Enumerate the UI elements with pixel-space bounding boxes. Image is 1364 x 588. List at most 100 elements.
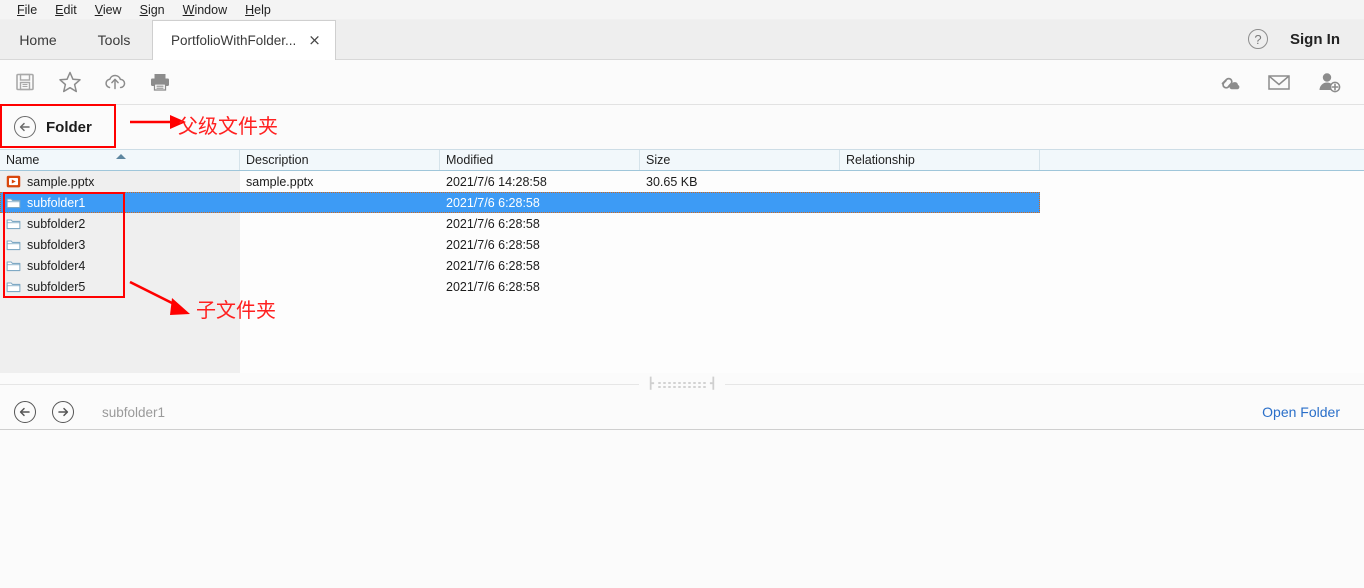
open-folder-button[interactable]: Open Folder (1262, 404, 1340, 420)
menu-item-help[interactable]: Help (236, 0, 280, 20)
menu-mnemonic: V (94, 2, 103, 17)
tab-portfolio-document[interactable]: PortfolioWithFolder... × (152, 20, 336, 60)
file-name-label: subfolder3 (27, 237, 86, 252)
table-row[interactable]: subfolder1 2021/7/6 6:28:58 (0, 192, 1364, 213)
menu-mnemonic: E (55, 2, 64, 17)
navigation-bar: subfolder1 Open Folder (0, 395, 1364, 430)
column-header-description-label: Description (246, 153, 309, 167)
splitter-bracket-left: ┣ (647, 377, 654, 390)
add-person-icon[interactable] (1316, 69, 1342, 95)
file-list-header: Name Description Modified Size Relations… (0, 149, 1364, 171)
column-header-size-label: Size (646, 153, 671, 167)
folder-icon (6, 219, 21, 230)
back-arrow-circle-icon[interactable] (14, 116, 36, 138)
cell-name: subfolder4 (0, 258, 240, 273)
cell-name: subfolder2 (0, 216, 240, 231)
toolbar-right-group (1216, 69, 1342, 95)
folder-icon (6, 240, 21, 251)
splitter-dots-icon (657, 380, 707, 388)
tab-strip: Home Tools PortfolioWithFolder... × ? Si… (0, 20, 1364, 60)
menu-item-view[interactable]: View (86, 0, 131, 20)
forward-arrow-circle-icon[interactable] (52, 401, 74, 423)
file-list-body: sample.pptx sample.pptx 2021/7/6 14:28:5… (0, 171, 1364, 373)
column-header-name-label: Name (6, 153, 40, 167)
file-name-label: subfolder5 (27, 279, 86, 294)
folder-icon (6, 198, 21, 209)
sign-in-button[interactable]: Sign In (1290, 31, 1340, 48)
menu-mnemonic: S (139, 2, 148, 17)
menu-item-window[interactable]: Window (174, 0, 236, 20)
star-icon[interactable] (57, 69, 83, 95)
main-toolbar (0, 60, 1364, 105)
file-name-label: sample.pptx (27, 174, 95, 189)
menu-label: ile (24, 2, 38, 17)
cell-modified: 2021/7/6 6:28:58 (446, 195, 540, 210)
folder-icon (6, 282, 21, 293)
sort-ascending-icon (116, 154, 126, 159)
column-header-filler (1040, 150, 1364, 170)
cell-size: 30.65 KB (646, 174, 698, 189)
print-icon[interactable] (147, 69, 173, 95)
menu-item-sign[interactable]: Sign (131, 0, 174, 20)
column-header-description[interactable]: Description (240, 150, 440, 170)
tab-strip-right-group: ? Sign In (1248, 19, 1364, 59)
column-header-name[interactable]: Name (0, 150, 240, 170)
pptx-file-icon (6, 175, 21, 188)
menu-label: ign (147, 2, 165, 17)
cell-modified: 2021/7/6 6:28:58 (446, 258, 540, 273)
close-icon[interactable]: × (308, 33, 321, 48)
menu-item-edit[interactable]: Edit (46, 0, 86, 20)
table-row[interactable]: subfolder2 2021/7/6 6:28:58 (0, 213, 1364, 234)
splitter-grip[interactable]: ┣ ┫ (639, 377, 725, 390)
cell-modified: 2021/7/6 6:28:58 (446, 279, 540, 294)
column-header-relationship[interactable]: Relationship (840, 150, 1040, 170)
menu-mnemonic: H (245, 2, 255, 17)
panel-splitter[interactable]: ┣ ┫ (0, 373, 1364, 395)
cloud-upload-icon[interactable] (102, 69, 128, 95)
tab-tools[interactable]: Tools (76, 20, 152, 59)
cell-name: sample.pptx (0, 174, 240, 189)
cell-modified: 2021/7/6 6:28:58 (446, 216, 540, 231)
tab-document-label: PortfolioWithFolder... (171, 33, 297, 48)
cell-modified: 2021/7/6 6:28:58 (446, 237, 540, 252)
column-header-modified-label: Modified (446, 153, 494, 167)
menu-label: iew (102, 2, 122, 17)
share-link-icon[interactable] (1216, 69, 1242, 95)
annotation-text-parent-folder: 父级文件夹 (178, 114, 278, 138)
column-header-relationship-label: Relationship (846, 153, 915, 167)
menu-label: dit (63, 2, 77, 17)
email-icon[interactable] (1266, 69, 1292, 95)
help-circle-icon[interactable]: ? (1248, 29, 1268, 49)
breadcrumb: subfolder1 (102, 404, 166, 420)
cell-name: subfolder3 (0, 237, 240, 252)
table-row[interactable]: subfolder4 2021/7/6 6:28:58 (0, 255, 1364, 276)
folder-title: Folder (46, 118, 92, 136)
annotation-text-subfolder: 子文件夹 (196, 298, 276, 322)
menu-label: indow (194, 2, 228, 17)
table-row[interactable]: subfolder3 2021/7/6 6:28:58 (0, 234, 1364, 255)
column-header-size[interactable]: Size (640, 150, 840, 170)
menu-item-file[interactable]: File (8, 0, 46, 20)
toolbar-left-group (12, 69, 173, 95)
folder-icon (6, 261, 21, 272)
save-icon[interactable] (12, 69, 38, 95)
menu-mnemonic: W (182, 2, 195, 17)
menu-mnemonic: F (17, 2, 25, 17)
cell-name: subfolder1 (0, 195, 240, 210)
column-header-modified[interactable]: Modified (440, 150, 640, 170)
back-arrow-circle-icon[interactable] (14, 401, 36, 423)
tab-home-label: Home (19, 31, 57, 48)
menu-label: elp (254, 2, 271, 17)
file-name-label: subfolder2 (27, 216, 86, 231)
file-name-label: subfolder1 (27, 195, 86, 210)
cell-name: subfolder5 (0, 279, 240, 294)
file-name-label: subfolder4 (27, 258, 86, 273)
cell-description: sample.pptx (246, 174, 314, 189)
table-row[interactable]: sample.pptx sample.pptx 2021/7/6 14:28:5… (0, 171, 1364, 192)
cell-modified: 2021/7/6 14:28:58 (446, 174, 547, 189)
file-list: Name Description Modified Size Relations… (0, 149, 1364, 373)
splitter-bracket-right: ┫ (710, 377, 717, 390)
menu-bar: File Edit View Sign Window Help (0, 0, 1364, 20)
tab-tools-label: Tools (97, 31, 131, 48)
tab-home[interactable]: Home (0, 20, 76, 59)
